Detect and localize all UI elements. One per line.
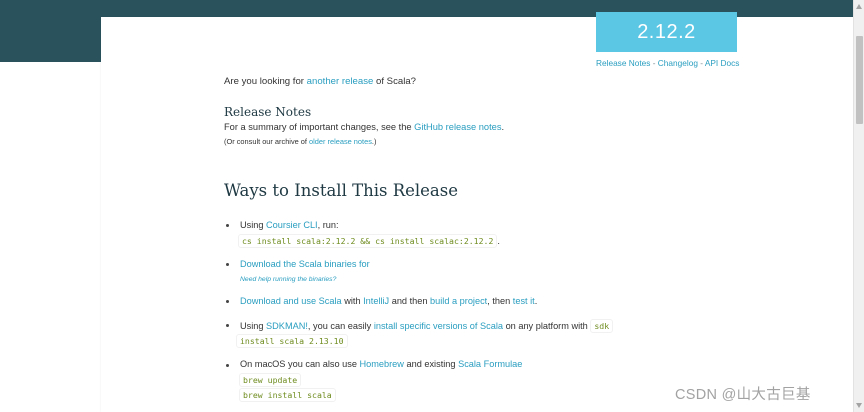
scrollbar-thumb[interactable]	[856, 36, 863, 124]
coursier-cli-link[interactable]: Coursier CLI	[266, 220, 318, 230]
brew-update-code: brew update	[239, 373, 302, 387]
binaries-help-link[interactable]: Need help running the binaries?	[240, 276, 336, 283]
intellij-link[interactable]: IntelliJ	[363, 296, 389, 306]
brew-install-command: brew install scala	[239, 388, 336, 402]
sdkman-item: Using SDKMAN!, you can easily install sp…	[240, 319, 614, 333]
scroll-down-arrow-icon[interactable]	[856, 403, 862, 408]
coursier-item: Using Coursier CLI, run:	[240, 220, 339, 230]
api-docs-link[interactable]: API Docs	[705, 58, 740, 68]
bullet-icon	[226, 364, 229, 367]
download-binaries-link[interactable]: Download the Scala binaries for	[240, 259, 370, 269]
binaries-help: Need help running the binaries?	[240, 276, 336, 283]
homebrew-link[interactable]: Homebrew	[360, 359, 404, 369]
bullet-icon	[226, 300, 229, 303]
github-release-notes-link[interactable]: GitHub release notes	[414, 122, 501, 132]
scroll-up-arrow-icon[interactable]	[856, 4, 862, 9]
changelog-link[interactable]: Changelog	[658, 58, 698, 68]
content-card	[101, 17, 853, 412]
download-use-scala-link[interactable]: Download and use Scala	[240, 296, 342, 306]
version-badge: 2.12.2	[596, 12, 737, 52]
release-notes-archive: (Or consult our archive of older release…	[224, 137, 377, 146]
test-it-link[interactable]: test it	[513, 296, 535, 306]
sdkman-command: install scala 2.13.10	[236, 334, 348, 348]
link-separator: -	[697, 58, 705, 68]
bullet-icon	[226, 263, 229, 266]
homebrew-item: On macOS you can also use Homebrew and e…	[240, 359, 523, 369]
brew-update-command: brew update	[239, 373, 302, 387]
download-item: Download the Scala binaries for	[240, 259, 370, 269]
scala-formulae-link[interactable]: Scala Formulae	[458, 359, 522, 369]
sdkman-code: install scala 2.13.10	[236, 334, 348, 348]
sdkman-link[interactable]: SDKMAN!	[266, 321, 308, 331]
release-notes-summary: For a summary of important changes, see …	[224, 122, 505, 132]
another-release-text: Are you looking for another release of S…	[224, 76, 417, 87]
another-release-link[interactable]: another release	[307, 76, 374, 87]
brew-install-code: brew install scala	[239, 388, 336, 402]
install-versions-link[interactable]: install specific versions of Scala	[374, 321, 503, 331]
build-project-link[interactable]: build a project	[430, 296, 487, 306]
vertical-scrollbar[interactable]	[853, 0, 864, 412]
bullet-icon	[226, 324, 229, 327]
coursier-command: cs install scala:2.12.2 && cs install sc…	[238, 234, 500, 248]
version-links: Release Notes - Changelog - API Docs	[596, 58, 740, 68]
link-separator: -	[650, 58, 658, 68]
older-release-notes-link[interactable]: older release notes	[309, 137, 372, 146]
release-notes-link[interactable]: Release Notes	[596, 58, 650, 68]
coursier-code: cs install scala:2.12.2 && cs install sc…	[238, 234, 498, 248]
bullet-icon	[226, 224, 229, 227]
release-notes-heading: Release Notes	[224, 105, 312, 119]
install-heading: Ways to Install This Release	[224, 181, 459, 200]
csdn-watermark: CSDN @山大古巨基	[675, 387, 811, 403]
intellij-item: Download and use Scala with IntelliJ and…	[240, 296, 538, 306]
sdkman-code-inline: sdk	[590, 319, 614, 333]
